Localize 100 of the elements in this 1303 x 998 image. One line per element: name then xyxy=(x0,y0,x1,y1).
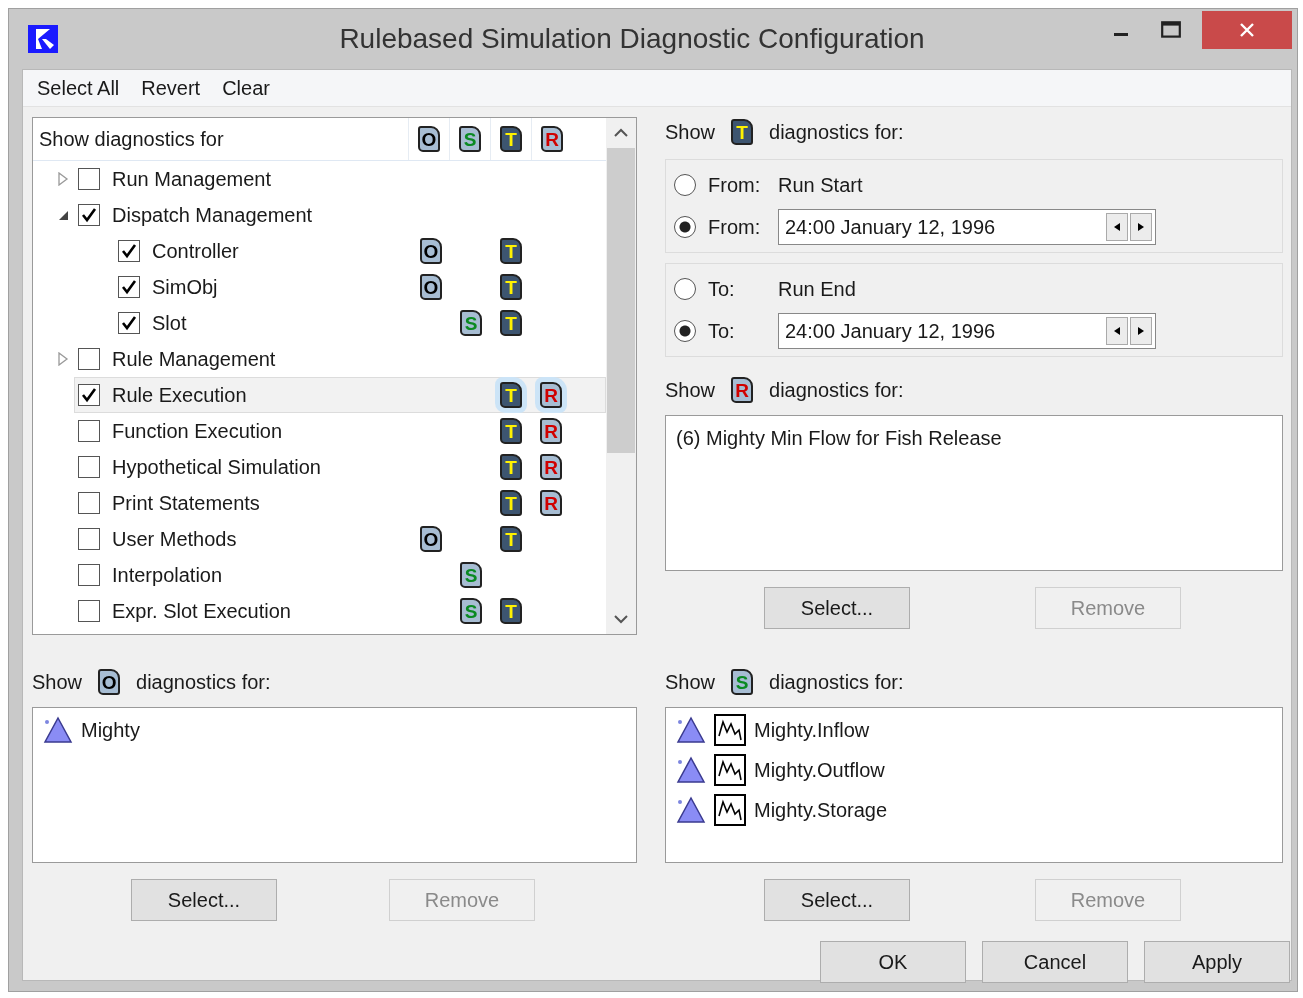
letter-badge: T xyxy=(500,310,522,336)
checkbox[interactable] xyxy=(78,204,100,226)
radio-label: To: xyxy=(708,277,736,301)
radio-label: From: xyxy=(708,173,762,197)
letter-badge: O xyxy=(420,274,442,300)
tree-row[interactable]: Hypothetical Simulation T R xyxy=(33,449,606,485)
tree-item-label[interactable]: Dispatch Management xyxy=(112,203,411,227)
triangle-icon xyxy=(676,716,706,744)
tree-row[interactable]: Interpolation S xyxy=(33,557,606,593)
list-item[interactable]: Mighty.Inflow xyxy=(754,718,870,742)
radio-button[interactable] xyxy=(674,174,696,196)
radio-button[interactable] xyxy=(674,320,696,342)
triangle-icon xyxy=(43,716,73,744)
scroll-down-icon[interactable] xyxy=(613,614,629,624)
tree-item-label[interactable]: Controller xyxy=(152,239,411,263)
checkbox[interactable] xyxy=(78,420,100,442)
list-item[interactable]: Mighty xyxy=(81,718,140,742)
tree-item-label[interactable]: Interpolation xyxy=(112,563,411,587)
triangle-icon xyxy=(676,756,706,784)
letter-badge: R xyxy=(540,490,562,516)
expand-arrow-icon[interactable] xyxy=(57,352,69,366)
checkbox[interactable] xyxy=(78,384,100,406)
checkbox[interactable] xyxy=(118,240,140,262)
expand-arrow-icon[interactable] xyxy=(57,172,69,186)
tree-item-label[interactable]: SimObj xyxy=(152,275,411,299)
tree-row[interactable]: Slot S T xyxy=(33,305,606,341)
section-label: diagnostics for: xyxy=(769,378,904,402)
dialog-button[interactable]: Select... xyxy=(764,879,910,921)
dialog-button[interactable]: OK xyxy=(820,941,966,983)
tree-item-label[interactable]: Slot xyxy=(152,311,411,335)
tree-item-label[interactable]: User Methods xyxy=(112,527,411,551)
date-field[interactable]: 24:00 January 12, 1996 xyxy=(778,313,1156,349)
maximize-icon xyxy=(1160,19,1182,41)
letter-badge: T xyxy=(500,238,522,264)
checkbox[interactable] xyxy=(78,528,100,550)
tree-item-label[interactable]: Rule Execution xyxy=(112,383,411,407)
toolbar-button[interactable]: Select All xyxy=(29,74,128,102)
tree-row[interactable]: Function Execution T R xyxy=(33,413,606,449)
app-logo-icon xyxy=(28,25,58,53)
section-label: diagnostics for: xyxy=(136,670,271,694)
toolbar-button[interactable]: Revert xyxy=(133,74,209,102)
list-item[interactable]: (6) Mighty Min Flow for Fish Release xyxy=(676,426,1002,450)
left-arrow-icon xyxy=(1113,326,1121,336)
tree-item-label[interactable]: Hypothetical Simulation xyxy=(112,455,411,479)
tree-row[interactable]: Print Statements T R xyxy=(33,485,606,521)
checkbox[interactable] xyxy=(118,276,140,298)
letter-badge: O xyxy=(420,238,442,264)
tree-item-label[interactable]: Rule Management xyxy=(112,347,411,371)
checkbox[interactable] xyxy=(78,492,100,514)
letter-badge: S xyxy=(460,310,482,336)
dialog-button[interactable]: Apply xyxy=(1144,941,1290,983)
radio-label: To: xyxy=(708,319,736,343)
scroll-up-icon[interactable] xyxy=(613,128,629,138)
dialog-button[interactable]: Cancel xyxy=(982,941,1128,983)
checkbox[interactable] xyxy=(118,312,140,334)
tree-row[interactable]: Rule Execution T R xyxy=(74,377,606,413)
scrollbar-thumb[interactable] xyxy=(607,148,635,453)
letter-badge: S xyxy=(460,562,482,588)
tree-row[interactable]: Controller O T xyxy=(33,233,606,269)
checkbox[interactable] xyxy=(78,564,100,586)
radio-button[interactable] xyxy=(674,278,696,300)
list-item[interactable]: Mighty.Storage xyxy=(754,798,888,822)
tree-row[interactable]: Run Management xyxy=(33,161,606,197)
letter-badge: T xyxy=(731,119,754,145)
window-title: Rulebased Simulation Diagnostic Configuration xyxy=(338,23,926,55)
collapse-arrow-icon[interactable] xyxy=(57,209,69,221)
dialog-button[interactable]: Select... xyxy=(131,879,277,921)
tree-row[interactable]: Dispatch Management xyxy=(33,197,606,233)
next-button[interactable] xyxy=(1130,213,1152,241)
line-chart-icon xyxy=(714,794,746,826)
date-field[interactable]: 24:00 January 12, 1996 xyxy=(778,209,1156,245)
show-label: Show xyxy=(32,670,83,694)
letter-badge: T xyxy=(500,418,522,444)
letter-badge: R xyxy=(731,377,754,403)
previous-button[interactable] xyxy=(1106,317,1128,345)
tree-row[interactable]: Rule Management xyxy=(33,341,606,377)
radio-button[interactable] xyxy=(674,216,696,238)
tree-row[interactable]: SimObj O T xyxy=(33,269,606,305)
next-button[interactable] xyxy=(1130,317,1152,345)
letter-badge: T xyxy=(500,126,522,152)
previous-button[interactable] xyxy=(1106,213,1128,241)
triangle-icon xyxy=(676,796,706,824)
tree-item-label[interactable]: Print Statements xyxy=(112,491,411,515)
tree-item-label[interactable]: Run Management xyxy=(112,167,411,191)
dialog-button[interactable]: Select... xyxy=(764,587,910,629)
time-label: Run End xyxy=(778,277,856,301)
scrollbar[interactable] xyxy=(606,118,636,634)
checkbox[interactable] xyxy=(78,600,100,622)
tree-item-label[interactable]: Expr. Slot Execution xyxy=(112,599,411,623)
tree-row[interactable]: Expr. Slot Execution S T xyxy=(33,593,606,629)
letter-badge: S xyxy=(731,669,754,695)
tree-row[interactable]: User Methods O T xyxy=(33,521,606,557)
checkbox[interactable] xyxy=(78,456,100,478)
toolbar-button[interactable]: Clear xyxy=(214,74,278,102)
tree-item-label[interactable]: Function Execution xyxy=(112,419,411,443)
checkbox[interactable] xyxy=(78,168,100,190)
letter-badge: R xyxy=(540,418,562,444)
checkbox[interactable] xyxy=(78,348,100,370)
minimize-icon xyxy=(1114,32,1128,36)
list-item[interactable]: Mighty.Outflow xyxy=(754,758,885,782)
